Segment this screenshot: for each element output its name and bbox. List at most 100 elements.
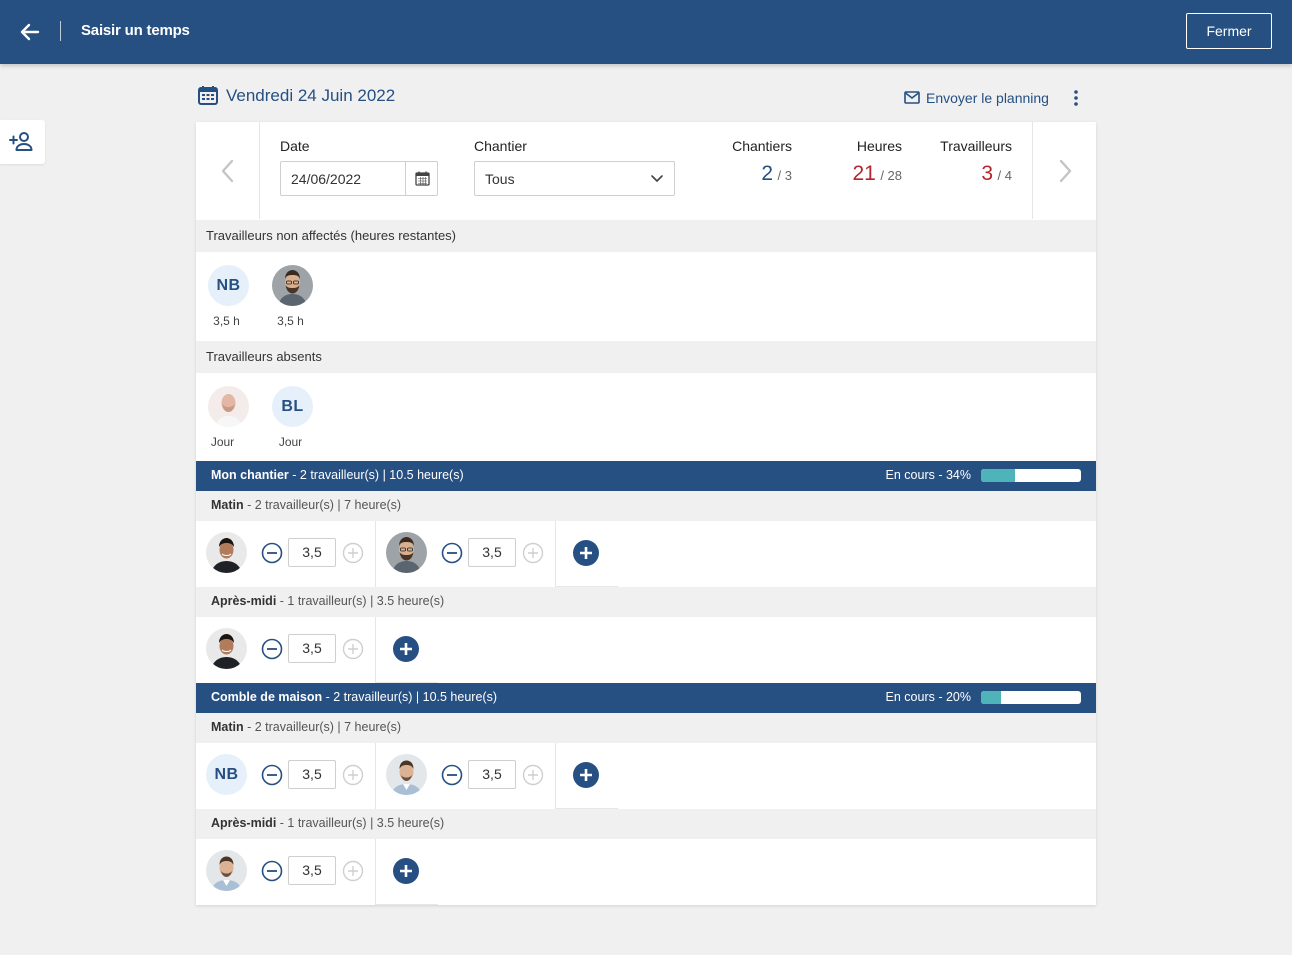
slot-row: 3,5 3,5 <box>196 521 1096 587</box>
site-header[interactable]: Comble de maison - 2 travailleur(s) | 10… <box>196 683 1096 713</box>
add-worker-button[interactable] <box>0 120 45 164</box>
stat-value: 21 <box>852 162 876 185</box>
progress-fill <box>981 469 1015 482</box>
avatar[interactable] <box>206 532 247 573</box>
decrease-hours-icon[interactable] <box>441 542 463 564</box>
worker-slot: 3,5 <box>196 521 376 587</box>
hours-input[interactable]: 3,5 <box>468 760 516 789</box>
decrease-hours-icon[interactable] <box>261 638 283 660</box>
stat-travailleurs: Travailleurs 3 / 4 <box>940 138 1012 186</box>
date-field[interactable]: 24/06/2022 <box>280 161 438 196</box>
slot-row: NB 3,5 3,5 <box>196 743 1096 809</box>
period-name: Après-midi <box>211 816 277 830</box>
more-vertical-icon <box>1074 90 1078 106</box>
calendar-icon <box>198 86 218 105</box>
increase-hours-icon <box>522 764 544 786</box>
stat-total: / 28 <box>880 168 902 183</box>
period-name: Après-midi <box>211 594 277 608</box>
site-name: Comble de maison <box>211 690 323 704</box>
section-title: Travailleurs absents <box>206 349 322 364</box>
add-worker-slot-icon[interactable] <box>573 762 599 788</box>
slot-row: 3,5 <box>196 839 1096 905</box>
worker-photo-shirt <box>206 850 247 891</box>
decrease-hours-icon[interactable] <box>261 542 283 564</box>
decrease-hours-icon[interactable] <box>441 764 463 786</box>
date-label: Date <box>280 138 310 154</box>
avatar[interactable] <box>206 628 247 669</box>
increase-hours-icon <box>342 764 364 786</box>
hours-input[interactable]: 3,5 <box>288 760 336 789</box>
worker-photo-dark <box>206 628 247 669</box>
worker-slot: 3,5 <box>196 617 376 683</box>
stat-label: Heures <box>856 138 902 154</box>
filter-bar: Date 24/06/2022 Chantier Tous Chantiers … <box>196 122 1096 219</box>
chantier-label: Chantier <box>474 138 527 154</box>
progress-bar <box>981 691 1081 704</box>
add-worker-slot-icon[interactable] <box>573 540 599 566</box>
unassigned-section-header: Travailleurs non affectés (heures restan… <box>196 220 1096 252</box>
increase-hours-icon <box>342 860 364 882</box>
previous-day-button[interactable] <box>196 122 260 219</box>
worker-slot: 3,5 <box>196 839 376 905</box>
absent-section-header: Travailleurs absents <box>196 341 1096 373</box>
planning-card: Date 24/06/2022 Chantier Tous Chantiers … <box>196 122 1096 905</box>
avatar[interactable] <box>272 265 313 306</box>
send-planning-label: Envoyer le planning <box>926 90 1049 106</box>
stat-chantiers: Chantiers 2 / 3 <box>732 138 792 186</box>
stat-label: Travailleurs <box>940 138 1012 154</box>
chantier-select[interactable]: Tous <box>474 161 675 196</box>
decrease-hours-icon[interactable] <box>261 764 283 786</box>
period-name: Matin <box>211 720 244 734</box>
close-button[interactable]: Fermer <box>1186 13 1272 49</box>
slot-row: 3,5 <box>196 617 1096 683</box>
decrease-hours-icon[interactable] <box>261 860 283 882</box>
avatar[interactable] <box>208 386 249 427</box>
chantier-value: Tous <box>485 171 515 187</box>
chevron-down-icon <box>651 175 663 182</box>
avatar[interactable] <box>386 532 427 573</box>
stat-label: Chantiers <box>732 138 792 154</box>
period-header: Matin - 2 travailleur(s) | 7 heure(s) <box>196 491 1096 521</box>
increase-hours-icon <box>342 638 364 660</box>
hours-input[interactable]: 3,5 <box>288 856 336 885</box>
worker-photo-beard <box>272 265 313 306</box>
stat-total: / 4 <box>997 168 1012 183</box>
avatar[interactable]: BL <box>272 386 313 427</box>
period-header: Après-midi - 1 travailleur(s) | 3.5 heur… <box>196 809 1096 839</box>
hours-input[interactable]: 3,5 <box>288 538 336 567</box>
remaining-hours: 3,5 h <box>277 314 304 328</box>
back-button[interactable] <box>18 20 42 44</box>
site-summary: - 2 travailleur(s) | 10.5 heure(s) <box>322 690 497 704</box>
worker-slot: 3,5 <box>376 743 556 809</box>
hours-input[interactable]: 3,5 <box>288 634 336 663</box>
period-header: Matin - 2 travailleur(s) | 7 heure(s) <box>196 713 1096 743</box>
avatar[interactable]: NB <box>208 265 249 306</box>
stat-total: / 3 <box>777 168 792 183</box>
avatar[interactable]: NB <box>206 754 247 795</box>
worker-photo-shirt <box>386 754 427 795</box>
period-summary: - 1 travailleur(s) | 3.5 heure(s) <box>276 594 445 608</box>
stat-value: 2 <box>761 162 774 185</box>
worker-photo-bald <box>208 386 249 427</box>
site-header[interactable]: Mon chantier - 2 travailleur(s) | 10.5 h… <box>196 461 1096 491</box>
section-title: Travailleurs non affectés (heures restan… <box>206 228 457 243</box>
date-picker-button[interactable] <box>405 162 438 195</box>
progress-fill <box>981 691 1001 704</box>
site-status: En cours - 20% <box>885 690 971 704</box>
stat-heures: Heures 21 / 28 <box>853 138 903 186</box>
period-summary: - 2 travailleur(s) | 7 heure(s) <box>243 720 402 734</box>
site-status: En cours - 34% <box>885 468 971 482</box>
next-day-button[interactable] <box>1032 122 1096 219</box>
add-worker-slot-icon[interactable] <box>393 636 419 662</box>
arrow-left-icon <box>20 23 40 41</box>
more-options-button[interactable] <box>1066 88 1086 108</box>
hours-input[interactable]: 3,5 <box>468 538 516 567</box>
add-worker-slot-icon[interactable] <box>393 858 419 884</box>
page-title: Saisir un temps <box>81 22 190 39</box>
period-summary: - 1 travailleur(s) | 3.5 heure(s) <box>276 816 445 830</box>
site-summary: - 2 travailleur(s) | 10.5 heure(s) <box>288 468 464 482</box>
date-value: 24/06/2022 <box>291 171 362 187</box>
avatar[interactable] <box>206 850 247 891</box>
avatar[interactable] <box>386 754 427 795</box>
worker-slot: NB 3,5 <box>196 743 376 809</box>
